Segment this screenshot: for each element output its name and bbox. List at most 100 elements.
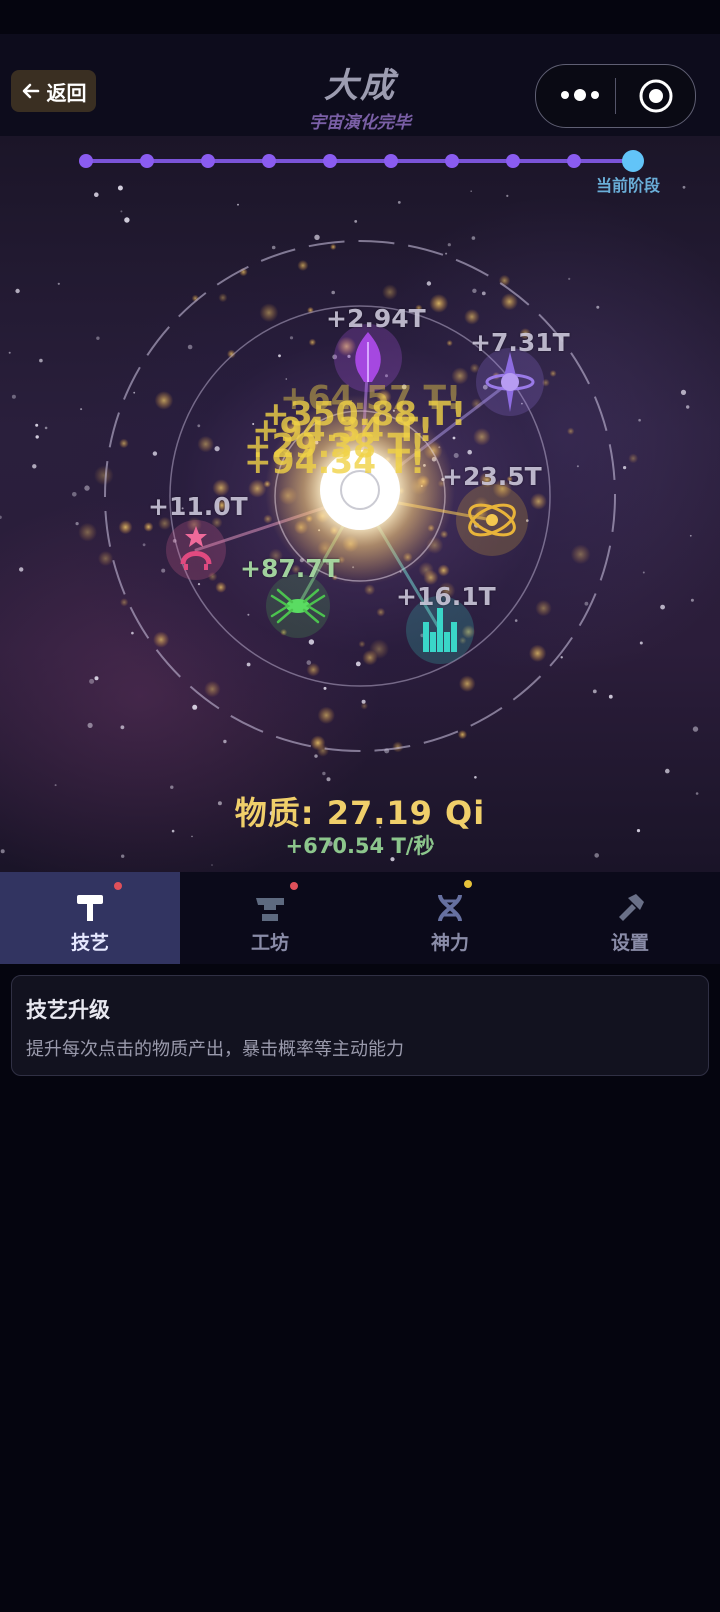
- background-star: [211, 864, 213, 866]
- close-target-icon[interactable]: [638, 78, 674, 114]
- background-star: [326, 777, 331, 782]
- background-star: [117, 185, 123, 191]
- atom-planet[interactable]: [456, 484, 528, 556]
- background-star: [96, 336, 100, 340]
- tab-craft[interactable]: 技艺: [0, 872, 180, 964]
- background-star: [72, 492, 77, 497]
- background-star: [8, 351, 11, 354]
- star-creature-planet[interactable]: [166, 520, 226, 580]
- energy-spark: [308, 338, 317, 346]
- tab-label: 工坊: [250, 932, 289, 954]
- tab-badge: [114, 882, 122, 890]
- energy-spark: [197, 435, 214, 453]
- matter-rate: +670.54 T/秒: [285, 834, 435, 858]
- energy-spark: [153, 631, 170, 648]
- tab-divine-power[interactable]: 神力: [360, 872, 540, 964]
- energy-spark: [317, 706, 335, 724]
- background-star: [237, 203, 239, 206]
- stage-dot: [445, 154, 459, 168]
- stage-dot: [323, 154, 337, 168]
- background-star: [246, 662, 251, 667]
- background-star: [314, 234, 320, 240]
- energy-spark: [118, 520, 133, 535]
- background-star: [689, 534, 692, 537]
- background-star: [467, 449, 473, 455]
- header: 返回 大成 宇宙演化完毕: [0, 34, 720, 137]
- background-star: [660, 604, 665, 610]
- background-star: [80, 408, 83, 411]
- background-star: [481, 291, 486, 296]
- background-star: [289, 336, 294, 340]
- background-star: [642, 571, 645, 574]
- energy-spark: [215, 581, 227, 593]
- background-star: [94, 192, 99, 197]
- anvil-icon: [256, 898, 284, 921]
- background-star: [32, 464, 37, 469]
- background-star: [592, 689, 597, 694]
- universe-scene[interactable]: 当前阶段 +2.94T +7.31T +23.5T +11.0T +87.7T …: [0, 136, 720, 872]
- gain-label-star-creature: +11.0T: [148, 492, 248, 521]
- gain-label-atom: +23.5T: [442, 462, 542, 491]
- tab-label: 神力: [430, 932, 469, 954]
- background-star: [124, 217, 130, 223]
- background-star: [44, 426, 48, 430]
- current-stage-label: 当前阶段: [596, 176, 661, 195]
- background-star: [35, 423, 39, 427]
- background-star: [568, 277, 571, 280]
- energy-spark: [98, 550, 114, 567]
- background-star: [584, 601, 589, 606]
- energy-spark: [458, 675, 476, 692]
- current-stage-dot: [622, 150, 644, 172]
- insect-planet[interactable]: [266, 574, 330, 638]
- energy-spark: [218, 293, 228, 303]
- energy-spark: [549, 370, 557, 377]
- panel-description: 提升每次点击的物质产出，暴击概率等主动能力: [26, 1039, 404, 1060]
- background-star: [608, 694, 613, 699]
- background-star: [214, 446, 220, 452]
- energy-spark: [570, 544, 591, 565]
- spinning-star-planet[interactable]: [476, 348, 544, 416]
- energy-spark: [535, 600, 552, 617]
- background-star: [35, 435, 39, 439]
- background-star: [133, 391, 136, 394]
- background-star: [187, 344, 193, 350]
- background-star: [192, 704, 198, 710]
- background-star: [472, 288, 477, 293]
- background-star: [271, 245, 276, 250]
- wrench-icon: [619, 894, 644, 921]
- stage-dot: [79, 154, 93, 168]
- background-star: [197, 424, 201, 428]
- energy-spark: [297, 260, 309, 271]
- energy-spark: [528, 644, 547, 662]
- background-star: [120, 725, 125, 730]
- tab-badge: [290, 882, 298, 890]
- energy-spark: [248, 479, 267, 498]
- energy-spark: [382, 284, 398, 300]
- background-star: [11, 394, 16, 399]
- background-star: [142, 543, 146, 547]
- tab-settings[interactable]: 设置: [540, 872, 720, 964]
- background-star: [322, 771, 326, 776]
- background-star: [686, 405, 690, 409]
- stage-dot: [201, 154, 215, 168]
- energy-spark: [376, 607, 386, 617]
- background-star: [278, 354, 281, 358]
- gain-label-crystal-flame: +2.94T: [326, 304, 426, 333]
- background-star: [131, 631, 134, 635]
- background-star: [247, 613, 250, 616]
- tab-workshop[interactable]: 工坊: [180, 872, 360, 964]
- background-star: [355, 661, 361, 667]
- background-star: [19, 567, 24, 572]
- capsule-divider: [615, 78, 616, 114]
- gain-label-insect: +87.7T: [240, 554, 340, 583]
- background-star: [397, 201, 401, 204]
- stage-dot: [384, 154, 398, 168]
- background-star: [560, 656, 563, 659]
- energy-spark: [306, 662, 321, 677]
- more-icon[interactable]: [558, 85, 602, 105]
- energy-spark: [78, 522, 97, 542]
- background-star: [39, 358, 43, 363]
- background-star: [596, 305, 600, 309]
- energy-spark: [120, 598, 129, 607]
- energy-spark: [567, 427, 575, 435]
